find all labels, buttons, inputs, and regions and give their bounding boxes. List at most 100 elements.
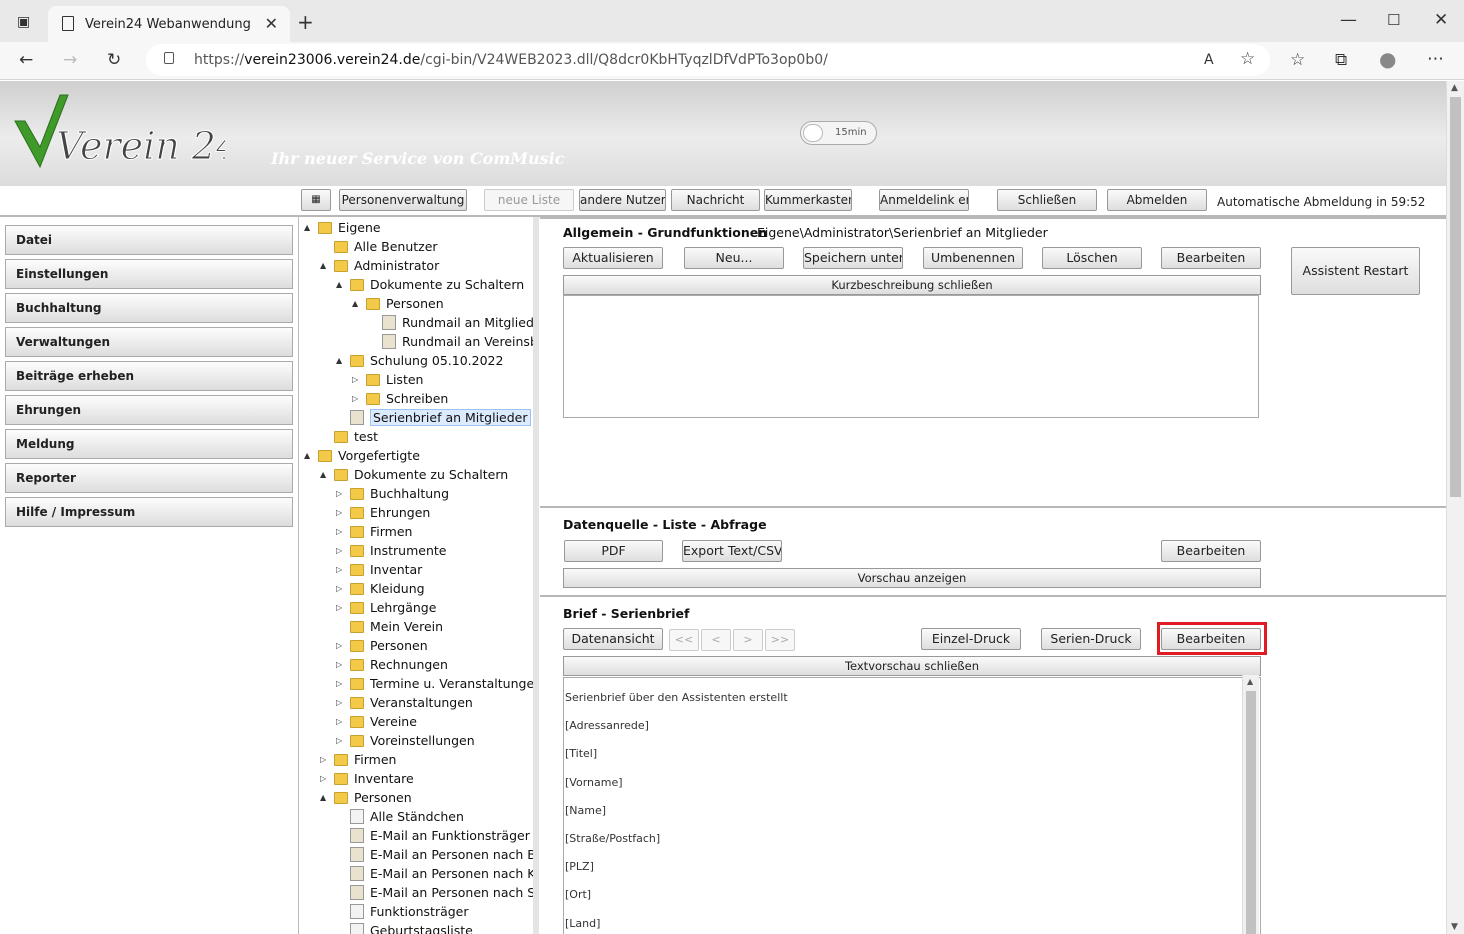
collapse-icon[interactable]: ▲ (336, 275, 346, 294)
bearbeiten-button[interactable]: Bearbeiten (1161, 247, 1261, 269)
textvorschau-toggle[interactable]: Textvorschau schließen (563, 656, 1261, 676)
browser-tab[interactable]: Verein24 Webanwendung ✕ (48, 6, 290, 42)
tree-item[interactable]: ▷ Lehrgänge (336, 598, 436, 617)
expand-icon[interactable]: ▷ (336, 712, 346, 731)
expand-icon[interactable]: ▷ (336, 560, 346, 579)
einzel-druck-button[interactable]: Einzel-Druck (921, 628, 1021, 650)
scroll-up-icon[interactable]: ▲ (1451, 83, 1458, 93)
favorites-icon[interactable]: ☆ (1290, 50, 1305, 70)
nachricht-button[interactable]: Nachricht (671, 189, 760, 211)
new-tab-icon[interactable]: + (297, 12, 314, 32)
personenverwaltung-button[interactable]: Personenverwaltung (339, 189, 467, 211)
export-csv-button[interactable]: Export Text/CSV (682, 540, 782, 562)
back-icon[interactable]: ← (19, 50, 33, 70)
loeschen-button[interactable]: Löschen (1042, 247, 1142, 269)
collections-icon[interactable]: ⧉ (1335, 50, 1347, 70)
tree-item[interactable]: Geburtstagsliste (336, 921, 473, 934)
sidebar-item[interactable]: Hilfe / Impressum (5, 497, 293, 527)
tree-item[interactable]: Rundmail an Vereinsbeirat (368, 332, 533, 351)
tree-item[interactable]: Alle Benutzer (320, 237, 438, 256)
expand-icon[interactable]: ▷ (336, 636, 346, 655)
neue-liste-button[interactable]: neue Liste (484, 189, 574, 211)
address-bar[interactable]: https://verein23006.verein24.de/cgi-bin/… (146, 44, 1270, 76)
tree-item[interactable]: ▷ Rechnungen (336, 655, 448, 674)
expand-icon[interactable]: ▷ (336, 674, 346, 693)
tree-item[interactable]: ▷ Inventar (336, 560, 422, 579)
sidebar-item[interactable]: Datei (5, 225, 293, 255)
kummerkasten-button[interactable]: Kummerkasten (764, 189, 852, 211)
read-aloud-icon[interactable]: A (1204, 50, 1214, 70)
sidebar-item[interactable]: Reporter (5, 463, 293, 493)
expand-icon[interactable]: ▷ (336, 731, 346, 750)
assistent-restart-button[interactable]: Assistent Restart (1291, 247, 1420, 295)
add-favorite-icon[interactable]: ☆ (1240, 49, 1255, 69)
scroll-up-icon[interactable]: ▲ (1247, 677, 1253, 686)
aktualisieren-button[interactable]: Aktualisieren (563, 247, 663, 269)
collapse-icon[interactable]: ▲ (320, 256, 330, 275)
tree-item[interactable]: ▲ Dokumente zu Schaltern (320, 465, 508, 484)
scroll-down-icon[interactable]: ▼ (1451, 922, 1458, 932)
tree-item[interactable]: ▷ Kleidung (336, 579, 425, 598)
scroll-thumb[interactable] (1246, 691, 1256, 934)
tree-item[interactable]: E-Mail an Personen nach Status (336, 883, 533, 902)
tree-item[interactable]: ▷ Inventare (320, 769, 414, 788)
tree-item[interactable]: ▷ Ehrungen (336, 503, 430, 522)
next-record-button[interactable]: > (733, 629, 763, 651)
tree-item[interactable]: Alle Ständchen (336, 807, 464, 826)
tree-item[interactable]: ▷ Buchhaltung (336, 484, 449, 503)
collapse-icon[interactable]: ▲ (304, 218, 314, 237)
maximize-icon[interactable]: ☐ (1387, 10, 1400, 30)
tree-item[interactable]: E-Mail an Funktionsträger (336, 826, 530, 845)
minimize-icon[interactable]: — (1340, 10, 1357, 30)
session-timer-toggle[interactable]: 15min (800, 121, 877, 145)
sidebar-item[interactable]: Meldung (5, 429, 293, 459)
timer-knob[interactable] (803, 124, 823, 142)
expand-icon[interactable]: ▷ (336, 579, 346, 598)
tree-item[interactable]: ▷ Voreinstellungen (336, 731, 475, 750)
first-record-button[interactable]: << (669, 629, 699, 651)
tree-item[interactable]: ▷ Termine u. Veranstaltungen (336, 674, 533, 693)
kurzbeschreibung-toggle[interactable]: Kurzbeschreibung schließen (563, 275, 1261, 295)
close-tab-icon[interactable]: ✕ (265, 14, 278, 33)
collapse-icon[interactable]: ▲ (320, 465, 330, 484)
tree-item[interactable]: ▲ Schulung 05.10.2022 (336, 351, 503, 370)
abmelden-button[interactable]: Abmelden (1107, 189, 1207, 211)
datenansicht-button[interactable]: Datenansicht (563, 628, 663, 650)
sidebar-item[interactable]: Beiträge erheben (5, 361, 293, 391)
page-scrollbar[interactable]: ▲ ▼ (1446, 81, 1464, 934)
tree-item[interactable]: ▷ Veranstaltungen (336, 693, 473, 712)
tree-item[interactable]: ▲ Dokumente zu Schaltern (336, 275, 524, 294)
tree-item[interactable]: ▷ Firmen (336, 522, 412, 541)
profile-icon[interactable]: ● (1379, 49, 1396, 69)
tree-item[interactable]: Rundmail an Mitglieder (368, 313, 533, 332)
expand-icon[interactable]: ▷ (320, 769, 330, 788)
serien-druck-button[interactable]: Serien-Druck (1041, 628, 1141, 650)
tree-item[interactable]: ▷ Schreiben (352, 389, 448, 408)
tree-item[interactable]: ▷ Listen (352, 370, 423, 389)
expand-icon[interactable]: ▷ (336, 541, 346, 560)
tree-item[interactable]: ▷ Instrumente (336, 541, 446, 560)
tree-item[interactable]: Mein Verein (336, 617, 443, 636)
scroll-thumb[interactable] (1450, 97, 1461, 497)
neu-button[interactable]: Neu... (684, 247, 784, 269)
speichern-unter-button[interactable]: Speichern unter (803, 247, 903, 269)
tree-item[interactable]: ▷ Personen (336, 636, 428, 655)
tree-item[interactable]: E-Mail an Personen nach Bereichen (336, 845, 533, 864)
tree-item[interactable]: E-Mail an Personen nach Kennzeichen (336, 864, 533, 883)
umbenennen-button[interactable]: Umbenennen (923, 247, 1023, 269)
last-record-button[interactable]: >> (765, 629, 795, 651)
collapse-icon[interactable]: ▲ (336, 351, 346, 370)
prev-record-button[interactable]: < (701, 629, 731, 651)
collapse-icon[interactable]: ▲ (320, 788, 330, 807)
close-window-icon[interactable]: ✕ (1434, 10, 1448, 30)
expand-icon[interactable]: ▷ (336, 598, 346, 617)
expand-icon[interactable]: ▷ (352, 370, 362, 389)
tree-item[interactable]: test (320, 427, 378, 446)
expand-icon[interactable]: ▷ (336, 522, 346, 541)
tree-item[interactable]: ▲ Personen (352, 294, 444, 313)
expand-icon[interactable]: ▷ (320, 750, 330, 769)
preview-scrollbar[interactable]: ▲ (1242, 675, 1259, 934)
sidebar-item[interactable]: Einstellungen (5, 259, 293, 289)
tree-item[interactable]: ▲ Administrator (320, 256, 439, 275)
tree-item[interactable]: ▲ Personen (320, 788, 412, 807)
